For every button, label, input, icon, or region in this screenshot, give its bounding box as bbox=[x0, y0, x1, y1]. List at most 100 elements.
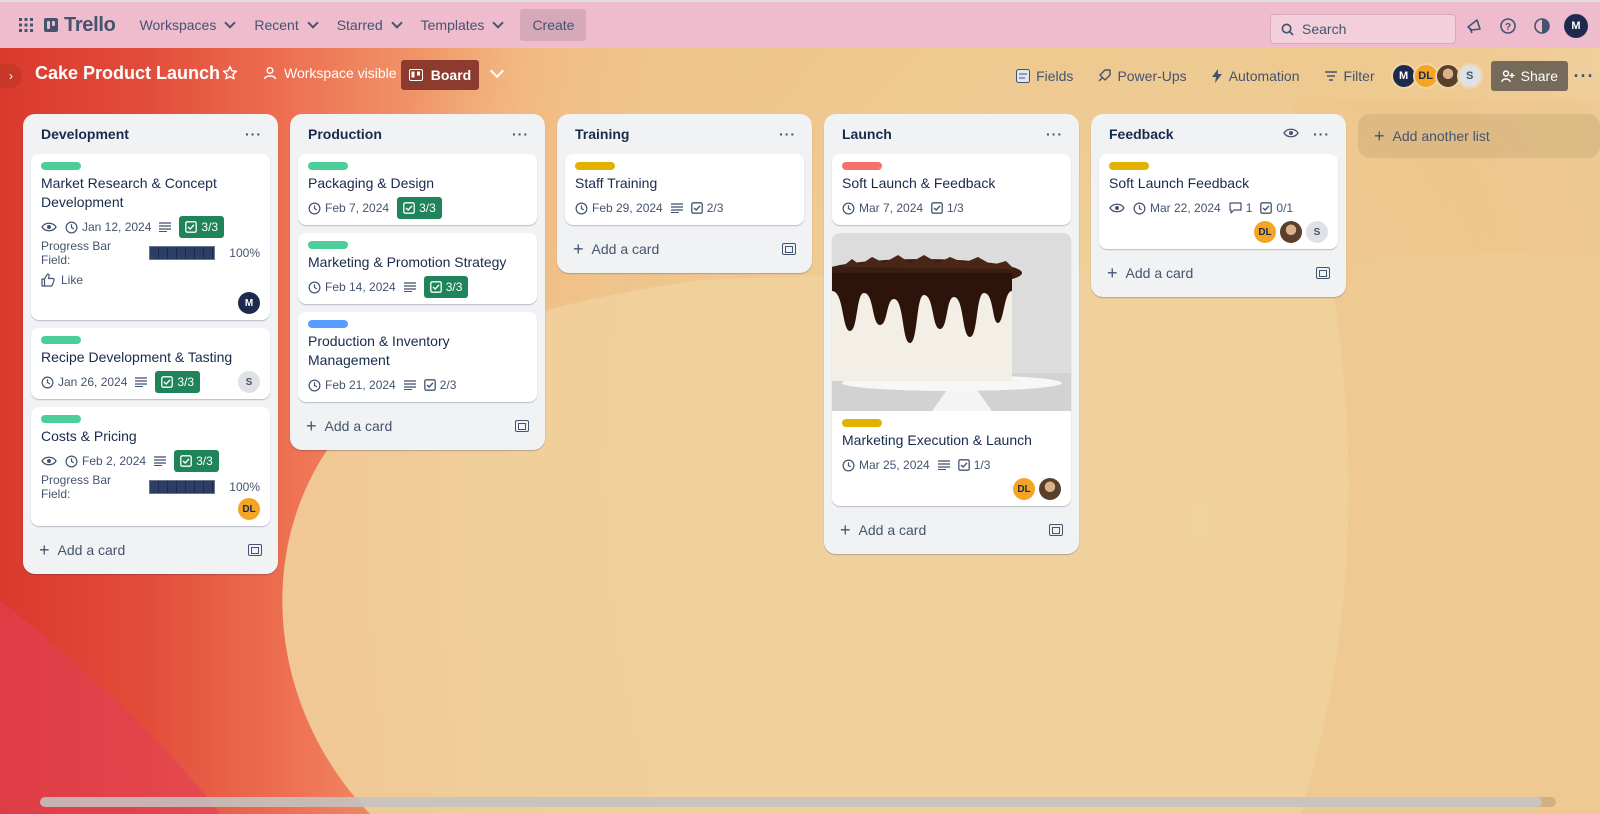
scrollbar-thumb[interactable] bbox=[40, 797, 1542, 807]
fields-icon bbox=[1016, 69, 1031, 83]
more-icon[interactable]: ··· bbox=[1568, 66, 1600, 87]
card-label[interactable] bbox=[575, 162, 615, 170]
due-date: Mar 7, 2024 bbox=[859, 201, 924, 215]
list-menu-icon[interactable]: ··· bbox=[512, 126, 529, 142]
list-menu-icon[interactable]: ··· bbox=[245, 126, 262, 142]
template-icon[interactable] bbox=[1316, 267, 1330, 279]
chevron-down-icon bbox=[307, 17, 319, 29]
due-date-badge[interactable]: Feb 2, 2024 bbox=[65, 454, 146, 468]
card-label[interactable] bbox=[41, 336, 81, 344]
card[interactable]: Market Research & Concept Development Ja… bbox=[31, 154, 270, 320]
card-label[interactable] bbox=[1109, 162, 1149, 170]
card-label[interactable] bbox=[41, 415, 81, 423]
account-avatar[interactable]: M bbox=[1564, 14, 1588, 38]
card-label[interactable] bbox=[308, 162, 348, 170]
card-member-avatar[interactable]: DL bbox=[1254, 221, 1276, 243]
due-date-badge[interactable]: Feb 7, 2024 bbox=[308, 201, 389, 215]
card-label[interactable] bbox=[842, 419, 882, 427]
template-icon[interactable] bbox=[515, 420, 529, 432]
add-list-button[interactable]: + Add another list bbox=[1358, 114, 1600, 158]
share-button[interactable]: Share bbox=[1490, 61, 1568, 91]
recent-menu[interactable]: Recent bbox=[244, 9, 326, 41]
eye-icon[interactable] bbox=[1283, 126, 1299, 142]
checklist-count: 2/3 bbox=[706, 201, 724, 215]
list-title[interactable]: Feedback bbox=[1109, 126, 1174, 142]
member-avatar[interactable]: S bbox=[1456, 63, 1483, 89]
list-menu-icon[interactable]: ··· bbox=[1313, 126, 1330, 142]
create-button[interactable]: Create bbox=[520, 9, 587, 41]
filter-button[interactable]: Filter bbox=[1312, 68, 1387, 84]
card-label[interactable] bbox=[308, 241, 348, 249]
add-card-button[interactable]: + Add a card bbox=[832, 514, 1071, 546]
add-card-button[interactable]: + Add a card bbox=[298, 410, 537, 442]
megaphone-icon[interactable] bbox=[1462, 14, 1486, 38]
card-label[interactable] bbox=[41, 162, 81, 170]
sidebar-expand-button[interactable]: › bbox=[0, 64, 22, 88]
due-date-badge[interactable]: Mar 22, 2024 bbox=[1133, 201, 1221, 215]
add-card-button[interactable]: + Add a card bbox=[31, 534, 270, 566]
star-icon[interactable] bbox=[222, 65, 238, 84]
apps-grid-icon[interactable] bbox=[10, 9, 42, 41]
power-ups-button[interactable]: Power-Ups bbox=[1085, 68, 1198, 84]
due-date-badge[interactable]: Jan 26, 2024 bbox=[41, 375, 127, 389]
theme-icon[interactable] bbox=[1530, 14, 1554, 38]
like-button[interactable]: Like bbox=[41, 270, 260, 290]
card[interactable]: Production & Inventory Management Feb 21… bbox=[298, 312, 537, 402]
board-title[interactable]: Cake Product Launch bbox=[35, 63, 220, 84]
card-member-avatar[interactable]: S bbox=[238, 371, 260, 393]
card-label[interactable] bbox=[842, 162, 882, 170]
automation-button[interactable]: Automation bbox=[1199, 68, 1312, 84]
help-icon[interactable]: ? bbox=[1496, 14, 1520, 38]
checklist-badge: 3/3 bbox=[423, 276, 469, 298]
card[interactable]: Soft Launch & Feedback Mar 7, 2024 1/3 bbox=[832, 154, 1071, 225]
due-date-badge[interactable]: Feb 14, 2024 bbox=[308, 280, 396, 294]
card-member-avatar[interactable]: DL bbox=[1013, 478, 1035, 500]
card-member-avatar[interactable]: S bbox=[1306, 221, 1328, 243]
visibility-button[interactable]: Workspace visible bbox=[262, 65, 397, 81]
checklist-icon bbox=[690, 202, 703, 214]
due-date-badge[interactable]: Mar 7, 2024 bbox=[842, 201, 923, 215]
workspaces-menu[interactable]: Workspaces bbox=[130, 9, 245, 41]
board-view-label: Board bbox=[430, 67, 472, 83]
card[interactable]: Recipe Development & Tasting Jan 26, 202… bbox=[31, 328, 270, 399]
chevron-down-icon[interactable] bbox=[489, 63, 505, 79]
list-title[interactable]: Development bbox=[41, 126, 129, 142]
add-card-button[interactable]: + Add a card bbox=[565, 233, 804, 265]
list-title[interactable]: Launch bbox=[842, 126, 892, 142]
starred-menu[interactable]: Starred bbox=[327, 9, 411, 41]
card[interactable]: Marketing & Promotion Strategy Feb 14, 2… bbox=[298, 233, 537, 304]
card-label[interactable] bbox=[308, 320, 348, 328]
trello-logo[interactable]: Trello bbox=[44, 14, 116, 37]
list-menu-icon[interactable]: ··· bbox=[1046, 126, 1063, 142]
template-icon[interactable] bbox=[248, 544, 262, 556]
due-date-badge[interactable]: Jan 12, 2024 bbox=[65, 220, 151, 234]
checklist-badge: 3/3 bbox=[179, 216, 225, 238]
add-card-label: Add a card bbox=[57, 542, 126, 558]
board-horizontal-scrollbar[interactable] bbox=[40, 797, 1556, 807]
card[interactable]: Soft Launch Feedback Mar 22, 2024 1 0/1 … bbox=[1099, 154, 1338, 249]
due-date-badge[interactable]: Feb 29, 2024 bbox=[575, 201, 663, 215]
fields-button[interactable]: Fields bbox=[1004, 68, 1085, 84]
template-icon[interactable] bbox=[782, 243, 796, 255]
due-date-badge[interactable]: Mar 25, 2024 bbox=[842, 458, 930, 472]
add-card-button[interactable]: + Add a card bbox=[1099, 257, 1338, 289]
search-input[interactable]: Search bbox=[1270, 14, 1456, 44]
card[interactable]: Costs & Pricing Feb 2, 2024 3/3 Progress… bbox=[31, 407, 270, 526]
card[interactable]: Packaging & Design Feb 7, 2024 3/3 bbox=[298, 154, 537, 225]
card-member-avatar[interactable] bbox=[1039, 478, 1061, 500]
card[interactable]: Marketing Execution & Launch Mar 25, 202… bbox=[832, 233, 1071, 506]
templates-menu[interactable]: Templates bbox=[411, 9, 513, 41]
card-member-avatar[interactable] bbox=[1280, 221, 1302, 243]
list-title[interactable]: Production bbox=[308, 126, 382, 142]
list-menu-icon[interactable]: ··· bbox=[779, 126, 796, 142]
due-date-badge[interactable]: Feb 21, 2024 bbox=[308, 378, 396, 392]
card-member-avatar[interactable]: DL bbox=[238, 498, 260, 520]
template-icon[interactable] bbox=[1049, 524, 1063, 536]
board-icon bbox=[408, 69, 423, 81]
board-view-button[interactable]: Board bbox=[401, 60, 479, 90]
board-members[interactable]: M DL S bbox=[1390, 63, 1483, 89]
card[interactable]: Staff Training Feb 29, 2024 2/3 bbox=[565, 154, 804, 225]
list-title[interactable]: Training bbox=[575, 126, 629, 142]
checklist-count: 3/3 bbox=[177, 375, 195, 389]
card-member-avatar[interactable]: M bbox=[238, 292, 260, 314]
